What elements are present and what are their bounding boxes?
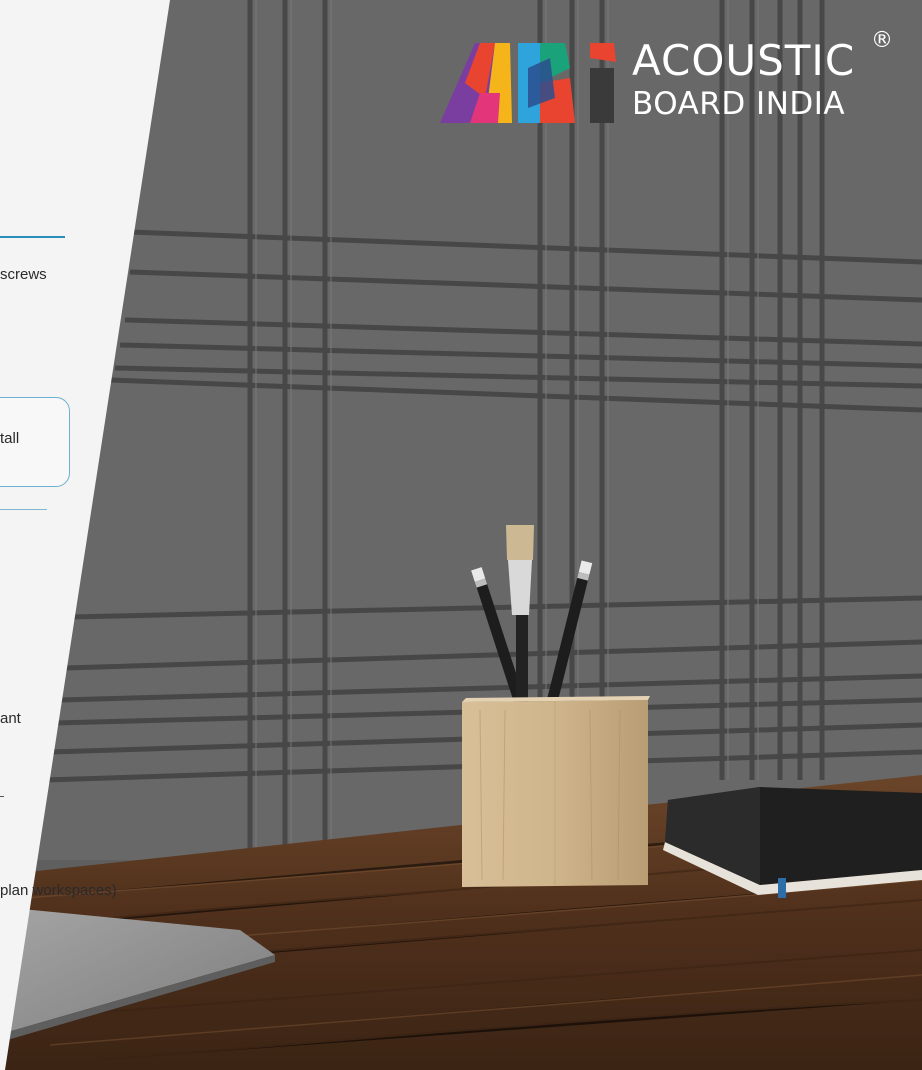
brand-name-line1: ACOUSTIC <box>632 36 856 85</box>
panel-text-ant: ant <box>0 710 21 727</box>
info-panel-background <box>0 0 170 1070</box>
panel-text-workspaces: plan workspaces) <box>0 882 117 899</box>
panel-text-install: tall <box>0 430 20 447</box>
acoustic-board-india-logo: ACOUSTIC ® BOARD INDIA <box>440 28 910 138</box>
brand-name-line2: BOARD INDIA <box>632 86 846 122</box>
panel-text-screws: screws <box>0 266 47 283</box>
registered-mark: ® <box>871 28 893 53</box>
product-banner: screws tall ant plan workspaces) ACOUSTI… <box>0 0 922 1070</box>
abi-logo-mark <box>440 43 616 123</box>
